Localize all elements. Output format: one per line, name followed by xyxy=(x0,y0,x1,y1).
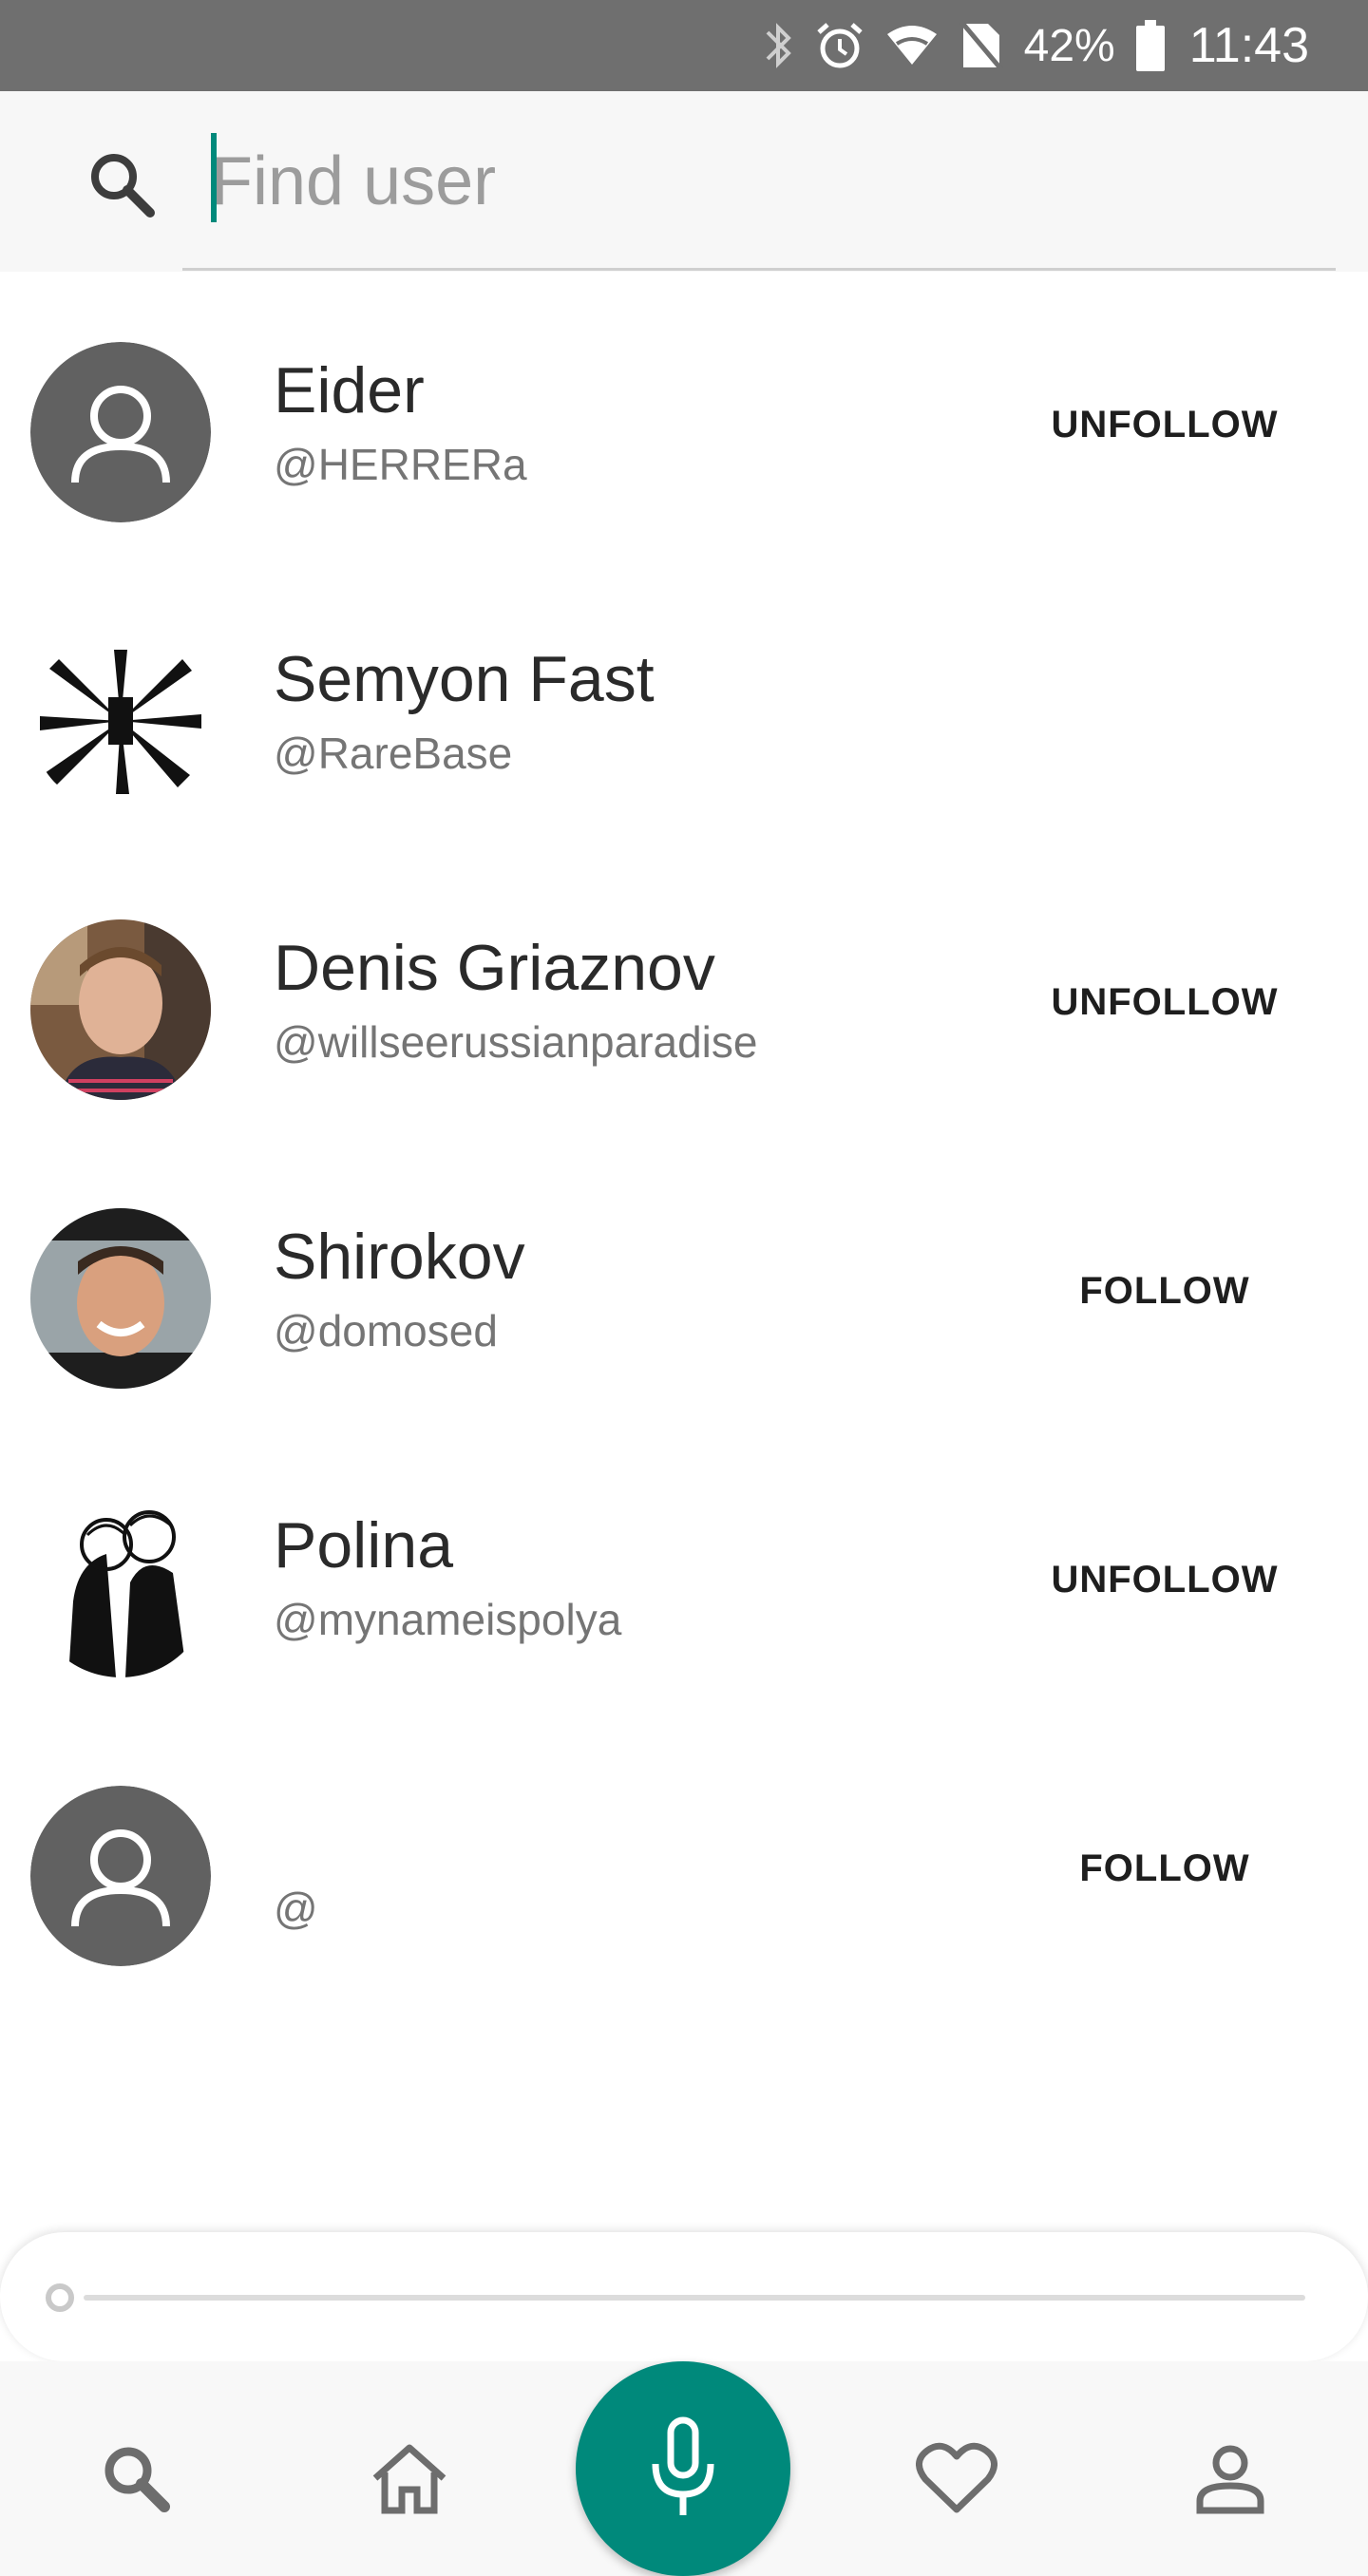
unfollow-button[interactable]: UNFOLLOW xyxy=(1051,1546,1279,1613)
photo-avatar[interactable] xyxy=(30,1497,211,1677)
follow-button[interactable]: FOLLOW xyxy=(1051,1258,1279,1324)
battery-percent: 42% xyxy=(1023,20,1115,71)
clock: 11:43 xyxy=(1188,18,1309,73)
user-handle: @willseerussianparadise xyxy=(274,1017,758,1067)
search-icon xyxy=(104,2447,170,2512)
unfollow-button[interactable]: UNFOLLOW xyxy=(1051,969,1279,1035)
photo-avatar[interactable] xyxy=(30,1208,211,1389)
nav-favorites-button[interactable] xyxy=(914,2435,999,2521)
user-handle: @ xyxy=(274,1884,318,1933)
user-handle: @domosed xyxy=(274,1306,498,1355)
record-voice-button[interactable] xyxy=(576,2361,790,2576)
user-row[interactable]: Semyon Fast @RareBase xyxy=(0,560,1368,849)
default-avatar[interactable] xyxy=(30,342,211,522)
user-list: Eider @HERRERa UNFOLLOW Semyon Fast @Rar… xyxy=(0,272,1368,2004)
user-name: Shirokov xyxy=(274,1221,525,1293)
user-row[interactable]: Shirokov @domosed FOLLOW xyxy=(0,1138,1368,1427)
user-row[interactable]: Eider @HERRERa UNFOLLOW xyxy=(0,272,1368,560)
battery-icon xyxy=(1135,20,1165,71)
bluetooth-icon xyxy=(766,23,791,68)
microphone-icon xyxy=(652,2416,714,2515)
search-icon[interactable] xyxy=(84,146,160,222)
photo-avatar[interactable] xyxy=(30,631,211,811)
user-name: Semyon Fast xyxy=(274,643,655,715)
alarm-icon xyxy=(816,23,863,68)
profile-icon xyxy=(1196,2445,1264,2514)
no-sim-icon xyxy=(959,20,1003,71)
photo-avatar[interactable] xyxy=(30,919,211,1100)
search-input[interactable] xyxy=(211,129,1303,234)
user-name: Eider xyxy=(274,354,425,426)
home-icon xyxy=(372,2444,446,2514)
progress-track[interactable] xyxy=(84,2295,1305,2301)
user-name: Denis Griaznov xyxy=(274,932,715,1004)
user-handle: @mynameispolya xyxy=(274,1595,622,1644)
user-row[interactable]: Denis Griaznov @willseerussianparadise U… xyxy=(0,849,1368,1138)
default-avatar[interactable] xyxy=(30,1786,211,1966)
wifi-icon xyxy=(886,26,937,65)
heart-icon xyxy=(916,2442,998,2513)
nav-home-button[interactable] xyxy=(367,2435,452,2521)
nav-search-button[interactable] xyxy=(93,2435,179,2521)
user-handle: @RareBase xyxy=(274,729,513,778)
nav-profile-button[interactable] xyxy=(1188,2435,1273,2521)
status-bar: 42% 11:43 xyxy=(0,0,1368,91)
user-handle: @HERRERa xyxy=(274,440,527,489)
search-bar xyxy=(0,91,1368,272)
user-name: Polina xyxy=(274,1509,454,1582)
follow-button[interactable]: FOLLOW xyxy=(1051,1835,1279,1902)
text-cursor xyxy=(211,133,217,222)
user-row[interactable]: Polina @mynameispolya UNFOLLOW xyxy=(0,1427,1368,1715)
user-row[interactable]: @ FOLLOW xyxy=(0,1715,1368,2004)
search-underline xyxy=(182,268,1336,271)
audio-player-bar xyxy=(0,2232,1368,2361)
progress-handle[interactable] xyxy=(46,2283,74,2312)
unfollow-button[interactable]: UNFOLLOW xyxy=(1051,391,1279,458)
